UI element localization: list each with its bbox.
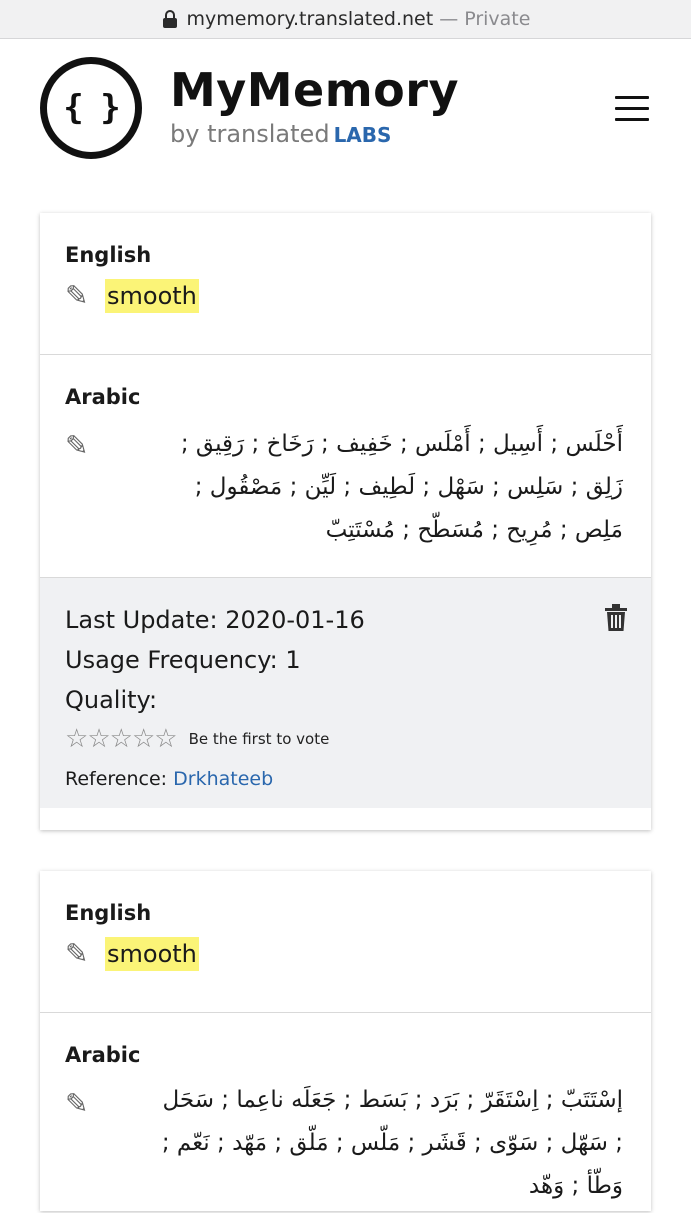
brand-labs: LABS [333,123,392,147]
usage-label: Usage Frequency: [65,646,278,674]
meta-section: Last Update: 2020-01-16 Usage Frequency:… [40,578,651,808]
reference: Reference: Drkhateeb [65,766,626,792]
source-text: smooth [105,937,199,971]
star-icon[interactable]: ☆ [154,724,177,754]
star-rating: ☆ ☆ ☆ ☆ ☆ Be the first to vote [65,724,626,754]
target-text: أَحْلَس ; أَسِيل ; أَمْلَس ; خَفِيف ; رَ… [180,431,623,543]
source-section: English ✎ smooth [40,213,651,355]
source-section: English ✎ smooth [40,871,651,1013]
hamburger-icon[interactable] [615,96,649,121]
translation-card: English ✎ smooth Arabic ✎ إسْتَتَبّ ; اِ… [40,871,651,1211]
source-text: smooth [105,279,199,313]
brand-subtitle-text: by translated [170,120,330,148]
url-text: mymemory.translated.net [186,8,434,30]
last-update-label: Last Update: [65,606,218,634]
translation-card: English ✎ smooth Arabic ✎ أَحْلَس ; أَسِ… [40,213,651,830]
source-row: ✎ smooth [65,937,626,971]
quality-label: Quality: [65,686,158,714]
target-language: Arabic [65,1043,141,1067]
url-separator: — [439,8,459,30]
trash-icon[interactable] [605,604,627,632]
source-row: ✎ smooth [65,279,626,313]
site-header: { } MyMemory by translated LABS [0,38,691,188]
reference-label: Reference: [65,768,168,790]
source-language: English [65,901,152,925]
vote-prompt: Be the first to vote [188,730,330,748]
star-icon[interactable]: ☆ [132,724,155,754]
source-language: English [65,243,152,267]
target-section: Arabic ✎ أَحْلَس ; أَسِيل ; أَمْلَس ; خَ… [40,355,651,578]
usage-value: 1 [285,646,301,674]
target-language: Arabic [65,385,141,409]
reference-link[interactable]: Drkhateeb [173,768,273,790]
lock-icon [162,10,177,28]
browser-url-bar[interactable]: mymemory.translated.net — Private [0,0,691,39]
star-icon[interactable]: ☆ [65,724,88,754]
target-section: Arabic ✎ إسْتَتَبّ ; اِسْتَقَرّ ; بَرَد … [40,1013,651,1213]
last-update-value: 2020-01-16 [225,606,365,634]
target-text: إسْتَتَبّ ; اِسْتَقَرّ ; بَرَد ; بَسَط ;… [161,1087,623,1199]
pencil-icon[interactable]: ✎ [65,939,105,969]
brand-subtitle: by translated LABS [170,118,459,151]
pencil-icon[interactable]: ✎ [65,1089,105,1119]
last-update: Last Update: 2020-01-16 [65,600,626,640]
brand-title: MyMemory [170,63,459,117]
star-icon[interactable]: ☆ [87,724,110,754]
star-icon[interactable]: ☆ [110,724,133,754]
usage-frequency: Usage Frequency: 1 [65,640,626,680]
brand[interactable]: MyMemory by translated LABS [170,62,459,151]
pencil-icon[interactable]: ✎ [65,281,105,311]
private-mode-label: Private [464,8,531,30]
mymemory-logo[interactable]: { } [40,57,142,159]
pencil-icon[interactable]: ✎ [65,431,105,461]
